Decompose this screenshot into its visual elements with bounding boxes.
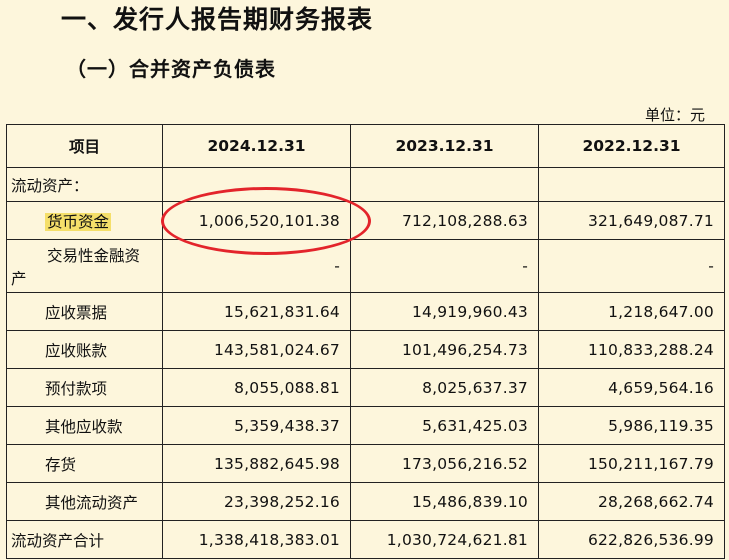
table-cell	[162, 167, 351, 202]
table-cell	[350, 167, 539, 202]
row-label: 预付款项	[6, 368, 163, 407]
highlighted-label: 货币资金	[45, 212, 112, 231]
column-header: 2023.12.31	[350, 124, 539, 168]
table-row: 流动资产：	[6, 167, 725, 202]
column-header: 项目	[6, 124, 163, 168]
table-row: 预付款项 8,055,088.81 8,025,637.37 4,659,564…	[6, 368, 725, 407]
table-cell	[538, 167, 725, 202]
row-label: 其他流动资产	[6, 482, 163, 521]
table-cell: 1,030,724,621.81	[350, 520, 539, 559]
table-cell: 15,486,839.10	[350, 482, 539, 521]
table-cell: 321,649,087.71	[538, 201, 725, 240]
table-cell: 4,659,564.16	[538, 368, 725, 407]
table-cell: 1,006,520,101.38	[162, 201, 351, 240]
table-row: 其他应收款 5,359,438.37 5,631,425.03 5,986,11…	[6, 406, 725, 445]
table-row: 存货 135,882,645.98 173,056,216.52 150,211…	[6, 444, 725, 483]
table-cell: 5,631,425.03	[350, 406, 539, 445]
table-cell: 712,108,288.63	[350, 201, 539, 240]
table-cell: 1,338,418,383.01	[162, 520, 351, 559]
table-cell: 5,986,119.35	[538, 406, 725, 445]
unit-label: 单位：元	[644, 106, 705, 124]
table-row: 应收票据 15,621,831.64 14,919,960.43 1,218,6…	[6, 292, 725, 331]
table-cell: -	[538, 239, 725, 293]
row-label-line: 产	[11, 270, 27, 288]
section-label: 流动资产：	[6, 167, 163, 202]
row-label: 应收票据	[6, 292, 163, 331]
balance-sheet-table: 项目 2024.12.31 2023.12.31 2022.12.31 流动资产…	[6, 124, 725, 559]
row-label: 货币资金	[6, 201, 163, 240]
table-cell: -	[162, 239, 351, 293]
row-label: 交易性金融资 产	[6, 239, 163, 293]
row-label-line: 交易性金融资	[47, 247, 141, 265]
table-row: 交易性金融资 产 - - -	[6, 239, 725, 293]
page-title: 一、发行人报告期财务报表	[61, 5, 374, 34]
row-label: 其他应收款	[6, 406, 163, 445]
table-cell: 28,268,662.74	[538, 482, 725, 521]
column-header: 2022.12.31	[538, 124, 725, 168]
table-row: 其他流动资产 23,398,252.16 15,486,839.10 28,26…	[6, 482, 725, 521]
table-cell: 135,882,645.98	[162, 444, 351, 483]
row-label: 存货	[6, 444, 163, 483]
table-cell: 150,211,167.79	[538, 444, 725, 483]
table-cell: 143,581,024.67	[162, 330, 351, 369]
row-label: 流动资产合计	[6, 520, 163, 559]
column-header: 2024.12.31	[162, 124, 351, 168]
table-cell: 15,621,831.64	[162, 292, 351, 331]
table-row: 流动资产合计 1,338,418,383.01 1,030,724,621.81…	[6, 520, 725, 559]
table-header-row: 项目 2024.12.31 2023.12.31 2022.12.31	[6, 124, 725, 168]
table-cell: 23,398,252.16	[162, 482, 351, 521]
table-cell: 8,025,637.37	[350, 368, 539, 407]
table-cell: 14,919,960.43	[350, 292, 539, 331]
row-label: 应收账款	[6, 330, 163, 369]
table-cell: 1,218,647.00	[538, 292, 725, 331]
table-cell: 110,833,288.24	[538, 330, 725, 369]
table-row: 货币资金 1,006,520,101.38 712,108,288.63 321…	[6, 201, 725, 240]
table-cell: 101,496,254.73	[350, 330, 539, 369]
table-cell: 5,359,438.37	[162, 406, 351, 445]
section-title: （一）合并资产负债表	[66, 57, 276, 81]
table-cell: 622,826,536.99	[538, 520, 725, 559]
table-cell: -	[350, 239, 539, 293]
table-row: 应收账款 143,581,024.67 101,496,254.73 110,8…	[6, 330, 725, 369]
table-cell: 173,056,216.52	[350, 444, 539, 483]
table-cell: 8,055,088.81	[162, 368, 351, 407]
